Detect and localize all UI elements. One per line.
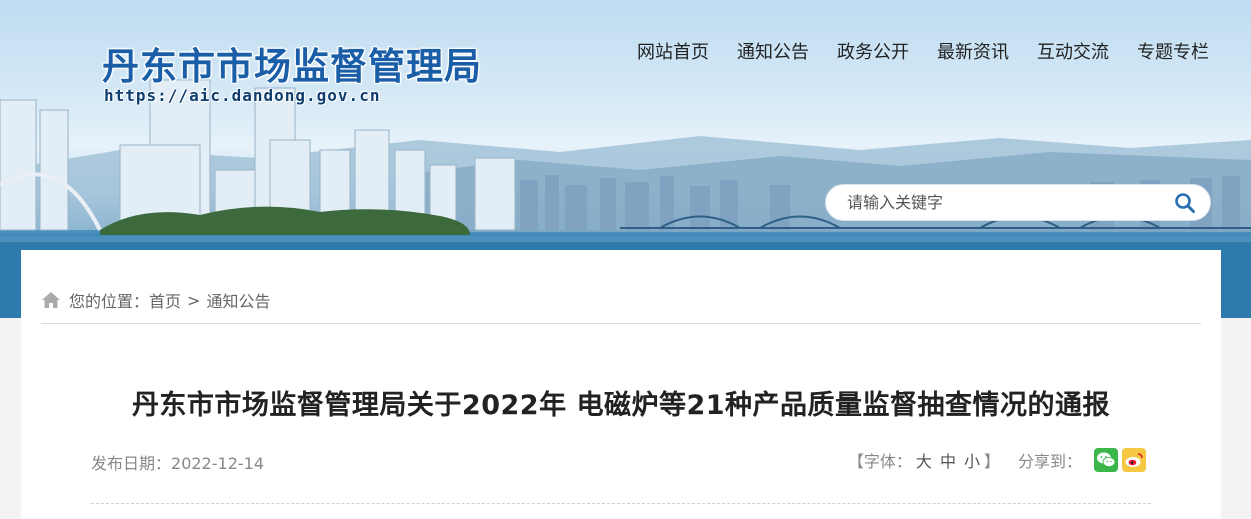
breadcrumb-prefix: 您的位置：	[69, 292, 150, 311]
home-icon	[42, 292, 60, 308]
nav-item-home[interactable]: 网站首页	[623, 40, 723, 66]
site-url: https://aic.dandong.gov.cn	[104, 86, 381, 105]
article-tools: 【字体：大中小】 分享到：	[848, 448, 1146, 472]
site-title: 丹东市市场监督管理局	[102, 45, 482, 88]
font-size-close: 】	[983, 452, 1000, 471]
nav-item-notices[interactable]: 通知公告	[723, 40, 823, 66]
share-label: 分享到：	[1017, 452, 1082, 471]
breadcrumb-divider	[41, 323, 1201, 324]
breadcrumb-current-link[interactable]: 通知公告	[206, 288, 270, 312]
nav-item-news[interactable]: 最新资讯	[923, 40, 1023, 66]
publish-date-value: 2022-12-14	[171, 454, 264, 473]
font-size-control: 【字体：大中小】	[848, 448, 1000, 472]
search-icon[interactable]	[1174, 192, 1196, 214]
article-title: 丹东市市场监督管理局关于2022年 电磁炉等21种产品质量监督抽查情况的通报	[131, 390, 1111, 421]
article-card: 您的位置： 首页 > 通知公告 丹东市市场监督管理局关于2022年 电磁炉等21…	[21, 250, 1221, 519]
article-meta: 发布日期：2022-12-14 【字体：大中小】 分享到：	[91, 448, 1146, 474]
nav-item-government-affairs[interactable]: 政务公开	[823, 40, 923, 66]
font-size-large-button[interactable]: 大	[916, 452, 932, 471]
meta-divider	[91, 503, 1151, 504]
search-box	[825, 184, 1211, 221]
breadcrumb: 您的位置： 首页 > 通知公告	[41, 288, 270, 312]
nav-item-interaction[interactable]: 互动交流	[1023, 40, 1123, 66]
font-size-medium-button[interactable]: 中	[940, 452, 956, 471]
breadcrumb-separator: >	[187, 290, 201, 310]
publish-date: 发布日期：2022-12-14	[91, 450, 264, 474]
wechat-icon[interactable]	[1094, 448, 1118, 472]
font-size-small-button[interactable]: 小	[964, 452, 980, 471]
publish-date-label: 发布日期：	[91, 454, 172, 473]
nav-item-special-topics[interactable]: 专题专栏	[1123, 40, 1223, 66]
main-nav: 网站首页 通知公告 政务公开 最新资讯 互动交流 专题专栏	[623, 40, 1223, 66]
font-size-open: 【字体：	[847, 452, 912, 471]
search-input[interactable]	[826, 193, 1156, 212]
weibo-icon[interactable]	[1122, 448, 1146, 472]
breadcrumb-home-link[interactable]: 首页	[149, 288, 181, 312]
